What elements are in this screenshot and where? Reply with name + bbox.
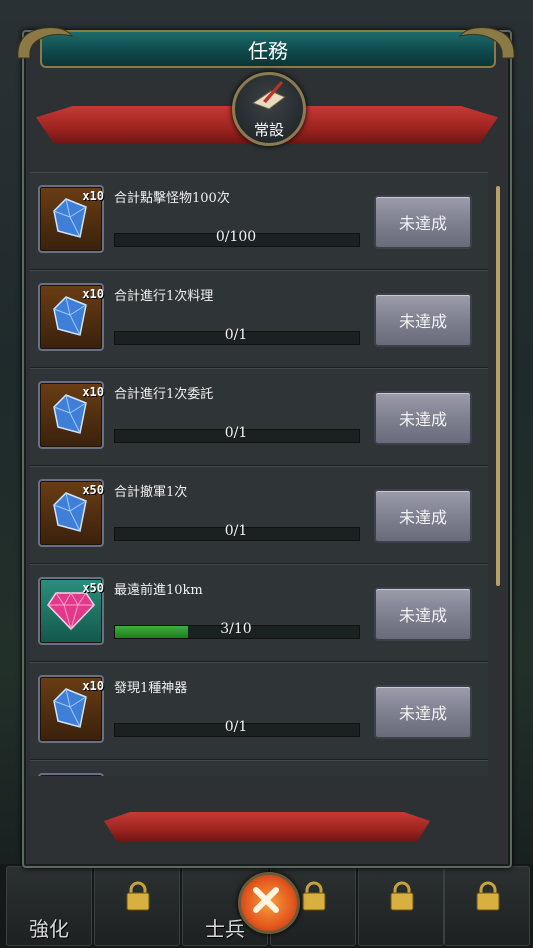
- progress-text: 0/1: [224, 719, 248, 735]
- task-title: 合計撤軍1次: [114, 485, 188, 500]
- reward-icon-box: x10: [38, 185, 104, 253]
- lock-icon: [302, 881, 326, 911]
- task-row: x50 合計撤軍1次 0/1 未達成: [30, 466, 488, 564]
- claim-button[interactable]: 未達成: [374, 391, 472, 445]
- reward-icon-box: x10: [38, 381, 104, 449]
- close-button[interactable]: [238, 872, 300, 934]
- bottom-ribbon: [104, 812, 430, 842]
- claim-button[interactable]: 未達成: [374, 195, 472, 249]
- claim-button[interactable]: 未達成: [374, 685, 472, 739]
- ornament-right-icon: [458, 27, 515, 59]
- task-row: x50 最遠前進10km 3/10 未達成: [30, 564, 488, 662]
- close-icon: [253, 887, 279, 913]
- reward-icon-box: x10: [38, 283, 104, 351]
- lock-icon: [126, 881, 150, 911]
- reward-quantity: x10: [82, 679, 104, 693]
- reward-quantity: x10: [82, 189, 104, 203]
- lock-icon: [390, 881, 414, 911]
- task-row: x10 合計點擊怪物100次 0/100 未達成: [30, 172, 488, 270]
- task-title: 合計進行1次委託: [114, 387, 214, 402]
- lock-icon: [476, 881, 500, 911]
- task-row: x10 發現1種神器 0/1 未達成: [30, 662, 488, 760]
- scroll-quill-icon: [251, 81, 286, 110]
- progress-text: 3/10: [220, 621, 252, 637]
- task-title: 合計進行1次料理: [114, 289, 214, 304]
- task-title: 最遠前進10km: [114, 583, 203, 598]
- reward-icon-box: [38, 773, 104, 776]
- blue-crystal-icon: [53, 688, 87, 728]
- task-row: x10 合計進行1次料理 0/1 未達成: [30, 270, 488, 368]
- category-label: 常設: [253, 121, 284, 139]
- tab-locked-4[interactable]: [444, 866, 530, 946]
- reward-icon-box: x10: [38, 675, 104, 743]
- claim-button[interactable]: 未達成: [374, 293, 472, 347]
- reward-quantity: x10: [82, 385, 104, 399]
- blue-crystal-icon: [53, 492, 87, 532]
- task-list[interactable]: x10 合計點擊怪物100次 0/100 未達成 x10 合計進行1次料理 0/…: [30, 172, 488, 776]
- reward-quantity: x50: [82, 581, 104, 595]
- task-title: 合計點擊怪物100次: [114, 191, 230, 206]
- ornament-left-icon: [17, 27, 74, 59]
- tab-enhance[interactable]: 強化: [6, 866, 92, 946]
- task-title: 發現1種神器: [114, 681, 188, 696]
- dialog-title: 任務: [248, 38, 288, 63]
- blue-crystal-icon: [53, 394, 87, 434]
- claim-button[interactable]: 未達成: [374, 587, 472, 641]
- pink-gem-icon: [47, 592, 95, 631]
- tab-locked-3[interactable]: [358, 866, 444, 946]
- claim-button[interactable]: 未達成: [374, 489, 472, 543]
- blue-crystal-icon: [53, 198, 87, 238]
- reward-quantity: x50: [82, 483, 104, 497]
- progress-text: 0/100: [215, 229, 257, 245]
- category-emblem[interactable]: 常設: [232, 72, 306, 146]
- progress-text: 0/1: [224, 523, 248, 539]
- dialog-title-bar: 任務: [40, 30, 496, 68]
- tab-locked-1[interactable]: [94, 866, 180, 946]
- reward-icon-box: x50: [38, 479, 104, 547]
- blue-crystal-icon: [53, 296, 87, 336]
- task-row-partial: [30, 760, 488, 776]
- list-scrollbar[interactable]: [496, 186, 500, 586]
- reward-icon-box: x50: [38, 577, 104, 645]
- task-row: x10 合計進行1次委託 0/1 未達成: [30, 368, 488, 466]
- reward-quantity: x10: [82, 287, 104, 301]
- progress-text: 0/1: [224, 327, 248, 343]
- progress-text: 0/1: [224, 425, 248, 441]
- tab-enhance-label: 強化: [29, 917, 69, 941]
